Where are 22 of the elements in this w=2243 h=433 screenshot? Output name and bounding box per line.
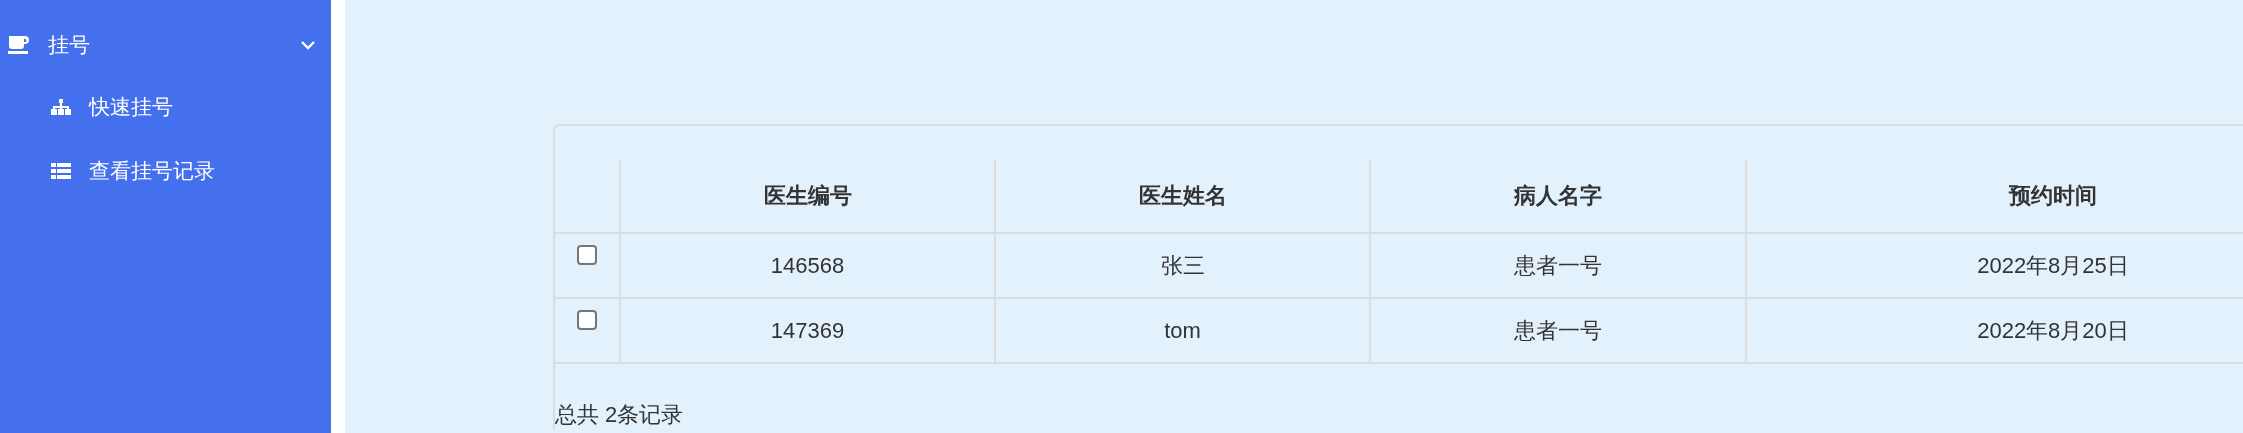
menu-item[interactable]: 查看挂号记录 [0, 148, 331, 194]
table-cell: 147369 [620, 298, 995, 363]
column-header: 医生姓名 [995, 160, 1370, 233]
column-header: 预约时间 [1746, 160, 2243, 233]
table-cell: 146568 [620, 233, 995, 298]
checkbox[interactable] [577, 244, 597, 265]
column-header: 病人名字 [1370, 160, 1746, 233]
list-icon [51, 163, 71, 179]
checkbox[interactable] [577, 309, 597, 330]
table-cell: 2022年8月25日 [1746, 233, 2243, 298]
table-cell: 患者一号 [1370, 298, 1746, 363]
record-count: 总共 2条记录 [555, 401, 685, 429]
table-cell: 患者一号 [1370, 233, 1746, 298]
table-cell: 2022年8月20日 [1746, 298, 2243, 363]
chevron-icon [301, 40, 315, 50]
column-header: 医生编号 [620, 160, 995, 233]
table-cell: 张三 [995, 233, 1370, 298]
cup-icon [8, 36, 30, 54]
table-cell: tom [995, 298, 1370, 363]
menu-item[interactable]: 快速挂号 [0, 84, 331, 130]
sitemap-icon [51, 99, 71, 115]
menu-group[interactable]: 挂号 [0, 24, 331, 66]
